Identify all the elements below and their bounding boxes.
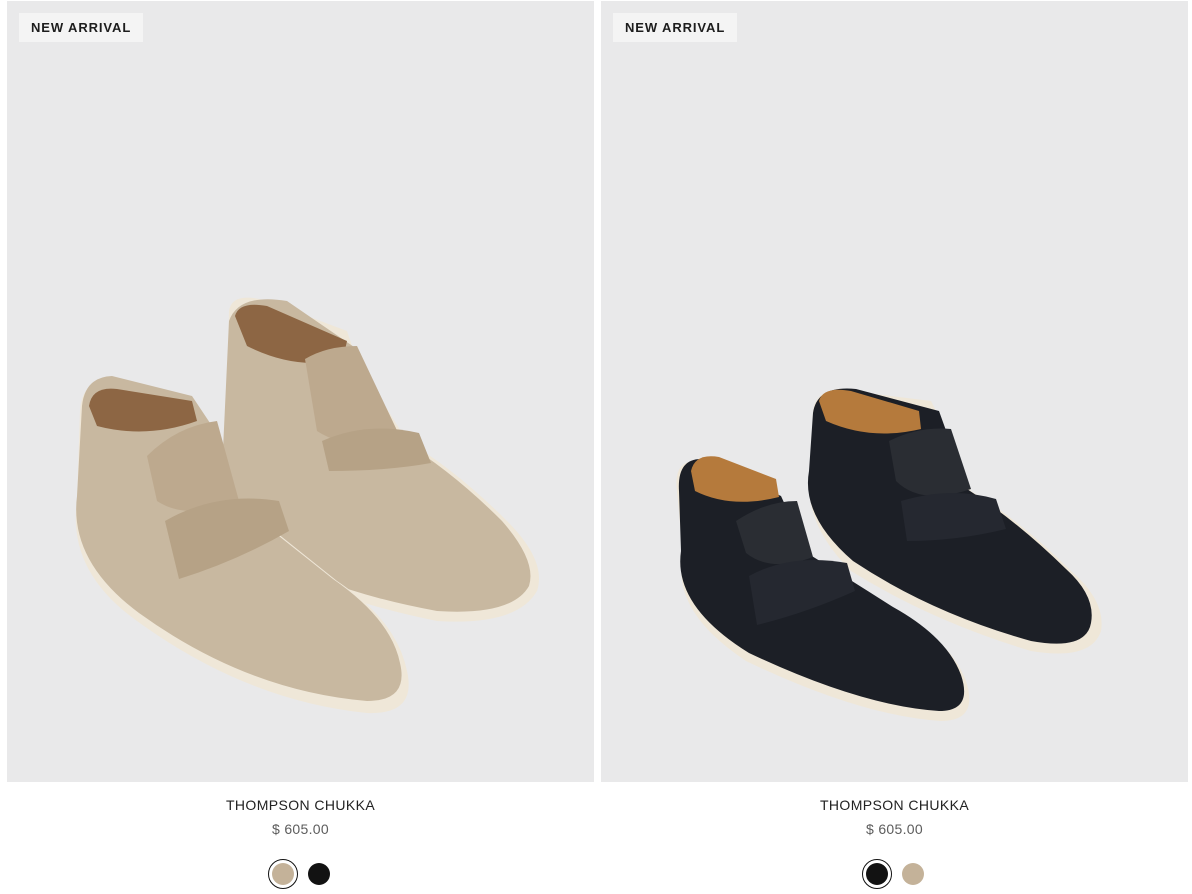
product-card: NEW ARRIVAL THOMPSON CHUKKA $ 605.00 — [7, 0, 594, 894]
product-price: $ 605.00 — [866, 821, 923, 837]
swatch-taupe-fill — [271, 863, 294, 885]
new-arrival-badge: NEW ARRIVAL — [19, 13, 144, 42]
product-image-link[interactable]: NEW ARRIVAL — [601, 1, 1188, 782]
new-arrival-badge: NEW ARRIVAL — [613, 13, 738, 42]
product-grid: NEW ARRIVAL THOMPSON CHUKKA $ 605.00 NEW… — [0, 0, 1192, 894]
product-image — [75, 297, 539, 714]
swatch-taupe-fill — [901, 863, 924, 885]
product-image — [676, 388, 1102, 721]
swatch-black-fill — [865, 863, 888, 885]
swatch-black-fill — [307, 863, 330, 885]
product-title[interactable]: THOMPSON CHUKKA — [7, 795, 594, 815]
color-swatches — [601, 859, 1188, 889]
swatch-black[interactable] — [861, 859, 892, 889]
swatch-taupe[interactable] — [267, 859, 298, 889]
product-card: NEW ARRIVAL THOMPSON CHUKKA $ 605.00 — [601, 0, 1188, 894]
color-swatches — [7, 859, 594, 889]
product-price: $ 605.00 — [272, 821, 329, 837]
swatch-black[interactable] — [304, 859, 334, 889]
swatch-taupe[interactable] — [898, 859, 928, 889]
product-title[interactable]: THOMPSON CHUKKA — [601, 795, 1188, 815]
product-image-link[interactable]: NEW ARRIVAL — [7, 1, 594, 782]
